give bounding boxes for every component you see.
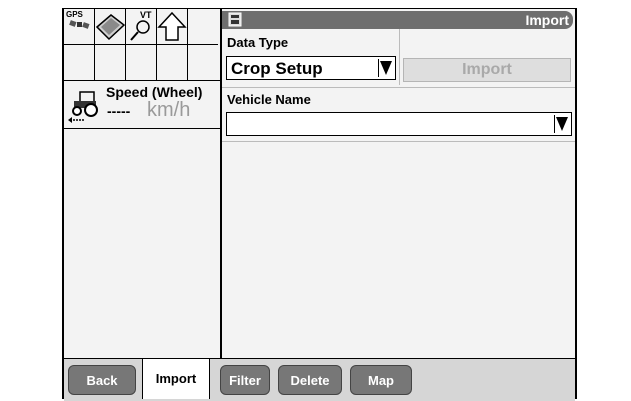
gps-status-cell[interactable]: GPS — [64, 9, 95, 45]
page-title: Import — [525, 12, 569, 28]
data-type-value: Crop Setup — [231, 59, 323, 78]
import-button[interactable]: Import — [403, 58, 571, 82]
vt-status-cell[interactable]: VT — [126, 9, 157, 45]
empty-status-cell-6 — [188, 45, 218, 80]
speed-readout: Speed (Wheel) ----- km/h — [64, 82, 220, 129]
divider — [222, 87, 575, 88]
empty-status-cell-2 — [64, 45, 95, 80]
chevron-down-icon[interactable] — [554, 115, 569, 133]
empty-status-cell-4 — [126, 45, 157, 80]
divider — [399, 29, 400, 85]
direction-status-cell[interactable] — [157, 9, 188, 45]
data-type-label: Data Type — [227, 35, 289, 50]
magnifier-icon — [130, 20, 150, 41]
speed-value: ----- — [107, 103, 131, 119]
divider — [222, 141, 575, 142]
field-map-icon — [95, 14, 125, 41]
vehicle-name-dropdown[interactable] — [226, 112, 572, 136]
speed-unit: km/h — [147, 99, 191, 121]
data-type-dropdown[interactable]: Crop Setup — [226, 56, 396, 80]
delete-button[interactable]: Delete — [278, 365, 342, 395]
display-frame: GPS VT Speed (Wheel) ----- km/h Import D… — [62, 8, 577, 401]
speed-title: Speed (Wheel) — [106, 84, 203, 100]
empty-status-cell — [188, 9, 218, 45]
chevron-down-icon[interactable] — [378, 59, 393, 77]
empty-status-cell-5 — [157, 45, 188, 80]
bottom-tab-bar: Back Import Filter Delete Map — [64, 358, 575, 401]
status-icon-grid: GPS VT — [64, 9, 222, 81]
map-button[interactable]: Map — [350, 365, 412, 395]
empty-status-cell-3 — [95, 45, 126, 80]
field-status-cell[interactable] — [95, 9, 126, 45]
vehicle-name-label: Vehicle Name — [227, 92, 311, 107]
data-manager-icon — [228, 12, 242, 27]
tractor-icon — [68, 91, 98, 123]
up-arrow-icon — [157, 11, 187, 41]
status-panel: GPS VT Speed (Wheel) ----- km/h — [64, 9, 222, 358]
title-bar: Import — [222, 11, 573, 29]
satellite-icon — [69, 20, 90, 29]
import-panel: Import Data Type Crop Setup Import Vehic… — [222, 9, 575, 358]
back-button[interactable]: Back — [68, 365, 136, 395]
tab-import[interactable]: Import — [142, 359, 210, 399]
filter-button[interactable]: Filter — [220, 365, 270, 395]
